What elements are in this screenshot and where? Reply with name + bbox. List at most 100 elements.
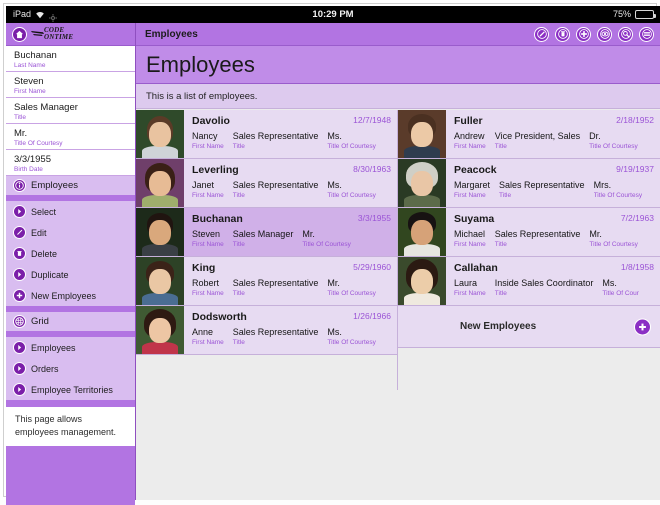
avatar: [136, 159, 184, 207]
content-area: Employees Employees This is a list of em…: [136, 23, 660, 500]
sidebar-action-new-employees[interactable]: New Employees: [6, 285, 135, 306]
sidebar-filler: [6, 447, 135, 505]
avatar: [398, 208, 446, 256]
sidebar-views-label: Grid: [31, 316, 49, 327]
value: Margaret: [454, 180, 491, 190]
sidebar-action-label: Duplicate: [31, 269, 69, 280]
birth-date: 7/2/1963: [620, 213, 654, 223]
edit-icon[interactable]: [534, 26, 549, 42]
avatar: [136, 110, 184, 158]
sidebar-related-employee-territories[interactable]: Employee Territories: [6, 379, 135, 400]
pencil-icon: [13, 226, 26, 239]
caption: Title Of Courtesy: [589, 241, 638, 248]
search-icon[interactable]: [618, 26, 633, 42]
table-row[interactable]: Davolio 12/7/1948 Nancy First Name Sales…: [136, 110, 397, 159]
value: Laura: [454, 278, 478, 288]
field-first-name: Nancy First Name: [192, 131, 224, 151]
table-row[interactable]: Callahan 1/8/1958 Laura First Name Insid…: [398, 257, 660, 306]
avatar: [136, 306, 184, 354]
battery-icon: [635, 10, 656, 19]
new-icon[interactable]: [576, 26, 591, 42]
value: Sales Manager: [232, 229, 294, 239]
field-title-of-courtesy: Ms. Title Of Courtesy: [327, 180, 376, 200]
row-info: Fuller 2/18/1952 Andrew First Name Vice …: [446, 110, 660, 158]
row-info: Buchanan 3/3/1955 Steven First Name Sale…: [184, 208, 397, 256]
caption: Title Of Courtesy: [593, 192, 643, 199]
sidebar-field-title[interactable]: Sales Manager Title: [6, 98, 135, 124]
sidebar-action-edit[interactable]: Edit: [6, 222, 135, 243]
sidebar-related-employees[interactable]: Employees: [6, 337, 135, 358]
sidebar-action-duplicate[interactable]: Duplicate: [6, 264, 135, 285]
avatar: [136, 208, 184, 256]
row-info: Leverling 8/30/1963 Janet First Name Sal…: [184, 159, 397, 207]
menu-icon[interactable]: [639, 26, 654, 42]
sidebar-related-orders[interactable]: Orders: [6, 358, 135, 379]
sidebar-context-header[interactable]: Employees: [6, 176, 135, 196]
table-row[interactable]: Dodsworth 1/26/1966 Anne First Name Sale…: [136, 306, 397, 355]
content-toolbar: Employees: [136, 23, 660, 46]
sidebar-views-header[interactable]: Grid: [6, 312, 135, 332]
table-row[interactable]: Leverling 8/30/1963 Janet First Name Sal…: [136, 159, 397, 208]
table-row[interactable]: King 5/29/1960 Robert First Name Sales R…: [136, 257, 397, 306]
toolbar-icons: [534, 26, 654, 42]
plus-icon[interactable]: [634, 318, 651, 336]
value: Ms.: [327, 131, 342, 141]
caption: First Name: [192, 339, 224, 346]
caption: Title Of Courtesy: [327, 192, 376, 199]
delete-icon[interactable]: [555, 26, 570, 42]
field-value: Mr.: [14, 128, 28, 139]
caption: Title: [494, 143, 507, 150]
caption: First Name: [192, 192, 224, 199]
sidebar-action-label: Delete: [31, 248, 58, 259]
sidebar-logo-bar: CODE ONTIME: [6, 23, 135, 46]
new-employees-row[interactable]: New Employees: [398, 306, 660, 349]
caption: First Name: [454, 143, 486, 150]
field-value: Sales Manager: [14, 102, 78, 113]
table-row[interactable]: Fuller 2/18/1952 Andrew First Name Vice …: [398, 110, 660, 159]
sidebar: CODE ONTIME Buchanan Last Name Steven Fi…: [6, 23, 136, 505]
value: Sales Representative: [232, 327, 319, 337]
field-title-of-courtesy: Mr. Title Of Courtesy: [327, 278, 376, 298]
row-info: Dodsworth 1/26/1966 Anne First Name Sale…: [184, 306, 397, 354]
table-row[interactable]: Suyama 7/2/1963 Michael First Name Sales…: [398, 208, 660, 257]
field-first-name: Margaret First Name: [454, 180, 490, 200]
sidebar-context-label: Employees: [31, 180, 78, 191]
sidebar-field-last-name[interactable]: Buchanan Last Name: [6, 46, 135, 72]
value: Nancy: [192, 131, 218, 141]
value: Janet: [192, 180, 215, 190]
field-title-of-courtesy: Ms. Title Of Courtesy: [327, 327, 376, 347]
sidebar-action-delete[interactable]: Delete: [6, 243, 135, 264]
birth-date: 12/7/1948: [353, 115, 391, 125]
field-first-name: Michael First Name: [454, 229, 486, 249]
sidebar-field-birth-date[interactable]: 3/3/1955 Birth Date: [6, 150, 135, 176]
value: Sales Representative: [232, 180, 319, 190]
grid-blank-cell: [136, 355, 397, 390]
status-right: 75%: [613, 6, 656, 23]
view-icon[interactable]: [597, 26, 612, 42]
table-row-selected[interactable]: Buchanan 3/3/1955 Steven First Name Sale…: [136, 208, 397, 257]
value: Sales Representative: [494, 229, 581, 239]
trash-icon: [13, 247, 26, 260]
sidebar-action-label: Select: [31, 206, 57, 217]
value: Mr.: [327, 278, 340, 288]
sidebar-field-title-of-courtesy[interactable]: Mr. Title Of Courtesy: [6, 124, 135, 150]
home-icon[interactable]: [12, 26, 27, 42]
sidebar-action-select[interactable]: Select: [6, 201, 135, 222]
value: Ms.: [327, 327, 342, 337]
field-first-name: Steven First Name: [192, 229, 224, 249]
value: Mrs.: [593, 180, 612, 190]
avatar: [398, 257, 446, 305]
field-title: Sales Representative Title: [495, 229, 581, 249]
value: Sales Representative: [232, 131, 319, 141]
field-title-of-courtesy: Mrs. Title Of Courtesy: [594, 180, 643, 200]
table-row[interactable]: Peacock 9/19/1937 Margaret First Name Sa…: [398, 159, 660, 208]
sidebar-action-label: Edit: [31, 227, 47, 238]
value: Mr.: [302, 229, 315, 239]
avatar: [136, 257, 184, 305]
field-caption: Title Of Courtesy: [14, 140, 63, 147]
field-value: 3/3/1955: [14, 154, 51, 165]
value: Vice President, Sales: [494, 131, 581, 141]
sidebar-field-first-name[interactable]: Steven First Name: [6, 72, 135, 98]
sidebar-record-fields: Buchanan Last Name Steven First Name Sal…: [6, 46, 135, 176]
caption: Title: [499, 192, 512, 199]
